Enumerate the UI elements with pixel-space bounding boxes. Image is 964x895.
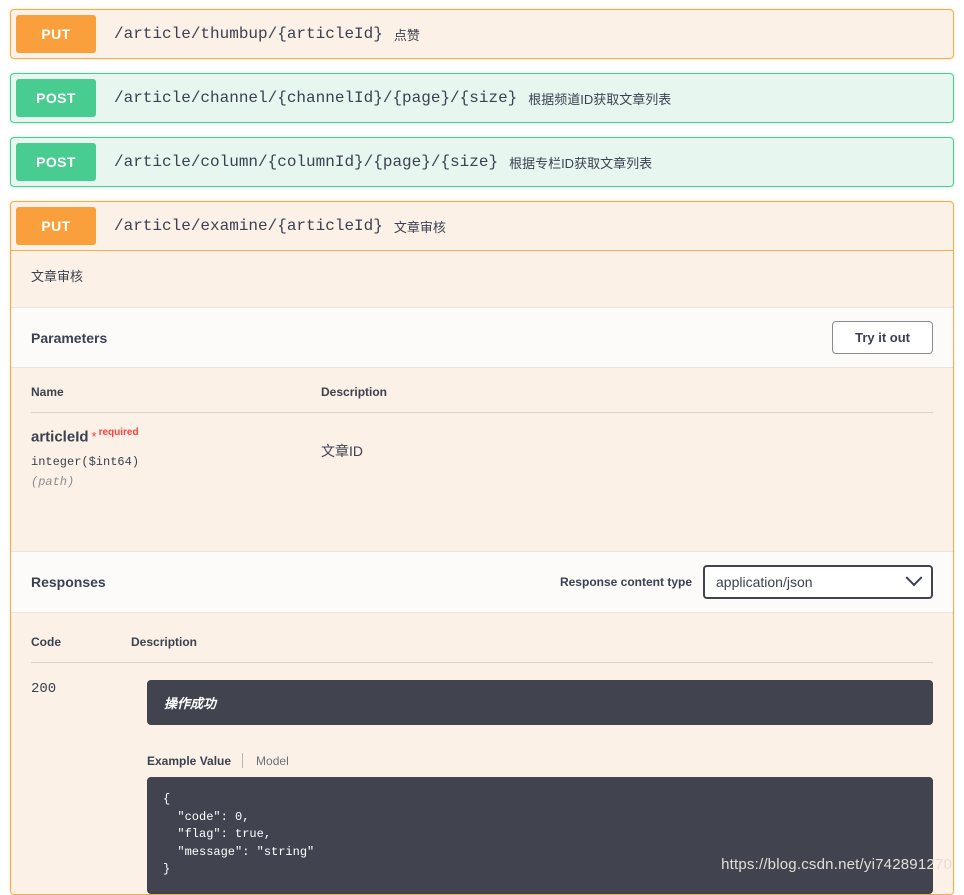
swagger-operations-list: PUT /article/thumbup/{articleId} 点赞 POST… xyxy=(0,0,964,895)
parameter-name-cell: articleId * required integer($int64) (path… xyxy=(31,413,321,490)
operation-block-post-column[interactable]: POST /article/column/{columnId}/{page}/{… xyxy=(10,137,954,187)
http-method-badge-post: POST xyxy=(16,143,96,181)
responses-table-header-row: Code Description xyxy=(31,635,933,664)
operation-block-put-examine[interactable]: PUT /article/examine/{articleId} 文章审核 文章… xyxy=(10,201,954,895)
http-method-badge-put: PUT xyxy=(16,207,96,245)
operation-block-post-channel[interactable]: POST /article/channel/{channelId}/{page}… xyxy=(10,73,954,123)
parameters-table-header-row: Name Description xyxy=(31,385,933,413)
response-content-type-select[interactable]: application/json xyxy=(703,565,933,600)
tab-model[interactable]: Model xyxy=(243,754,289,768)
parameter-name: articleId xyxy=(31,428,89,446)
response-description-text: 操作成功 xyxy=(147,680,933,726)
response-example-code[interactable]: { "code": 0, "flag": true, "message": "s… xyxy=(147,777,933,895)
responses-table-wrap: Code Description 200 操作成功 Example Value xyxy=(11,613,953,895)
response-description-cell: 操作成功 Example Value Model { "code": 0, "f… xyxy=(131,663,933,895)
example-model-tabs: Example Value Model xyxy=(147,753,933,769)
column-header-code: Code xyxy=(31,635,131,664)
responses-title: Responses xyxy=(31,574,106,591)
parameters-title: Parameters xyxy=(31,329,108,346)
operation-block-put-thumbup[interactable]: PUT /article/thumbup/{articleId} 点赞 xyxy=(10,9,954,59)
response-code: 200 xyxy=(31,681,57,698)
parameters-bottom-spacer xyxy=(31,489,933,551)
parameter-type: integer($int64) xyxy=(31,455,140,470)
operation-path: /article/channel/{channelId}/{page}/{siz… xyxy=(114,89,518,107)
parameter-description-cell: 文章ID xyxy=(321,413,933,490)
responses-table: Code Description 200 操作成功 Example Value xyxy=(31,635,933,895)
http-method-badge-put: PUT xyxy=(16,15,96,53)
response-content-type-group: Response content type application/json xyxy=(559,565,933,600)
parameter-required-label: required xyxy=(98,427,139,438)
operation-summary-text: 点赞 xyxy=(393,27,420,43)
parameter-required-star: * xyxy=(91,429,97,445)
parameters-table-wrap: Name Description articleId * required inte… xyxy=(11,368,953,552)
operation-path: /article/column/{columnId}/{page}/{size} xyxy=(114,153,499,171)
parameter-location: (path) xyxy=(31,475,75,490)
operation-summary-row[interactable]: PUT /article/thumbup/{articleId} 点赞 xyxy=(11,10,953,58)
parameters-table: Name Description articleId * required inte… xyxy=(31,385,933,489)
parameters-header: Parameters Try it out xyxy=(11,307,953,368)
column-header-description: Description xyxy=(321,385,933,413)
tab-example-value[interactable]: Example Value xyxy=(147,754,231,768)
table-row: 200 操作成功 Example Value Model { "code": 0… xyxy=(31,663,933,895)
table-row: articleId * required integer($int64) (path… xyxy=(31,413,933,490)
operation-description: 文章审核 xyxy=(11,251,953,307)
http-method-badge-post: POST xyxy=(16,79,96,117)
operation-summary-text: 根据专栏ID获取文章列表 xyxy=(509,155,653,171)
response-content-type-value: application/json xyxy=(716,574,813,591)
operation-summary-text: 文章审核 xyxy=(393,219,446,235)
operation-path: /article/thumbup/{articleId} xyxy=(114,25,383,43)
parameter-description: 文章ID xyxy=(321,443,363,459)
response-content-type-label: Response content type xyxy=(559,575,692,590)
try-it-out-button[interactable]: Try it out xyxy=(832,321,933,354)
operation-summary-row[interactable]: POST /article/column/{columnId}/{page}/{… xyxy=(11,138,953,186)
column-header-name: Name xyxy=(31,385,321,413)
operation-summary-text: 根据频道ID获取文章列表 xyxy=(528,91,672,107)
operation-summary-row[interactable]: PUT /article/examine/{articleId} 文章审核 xyxy=(11,202,953,251)
operation-summary-row[interactable]: POST /article/channel/{channelId}/{page}… xyxy=(11,74,953,122)
operation-path: /article/examine/{articleId} xyxy=(114,217,383,235)
column-header-description: Description xyxy=(131,635,933,664)
chevron-down-icon xyxy=(905,569,923,587)
responses-header: Responses Response content type applicat… xyxy=(11,551,953,614)
operation-body: 文章审核 Parameters Try it out Name Descript… xyxy=(11,251,953,895)
